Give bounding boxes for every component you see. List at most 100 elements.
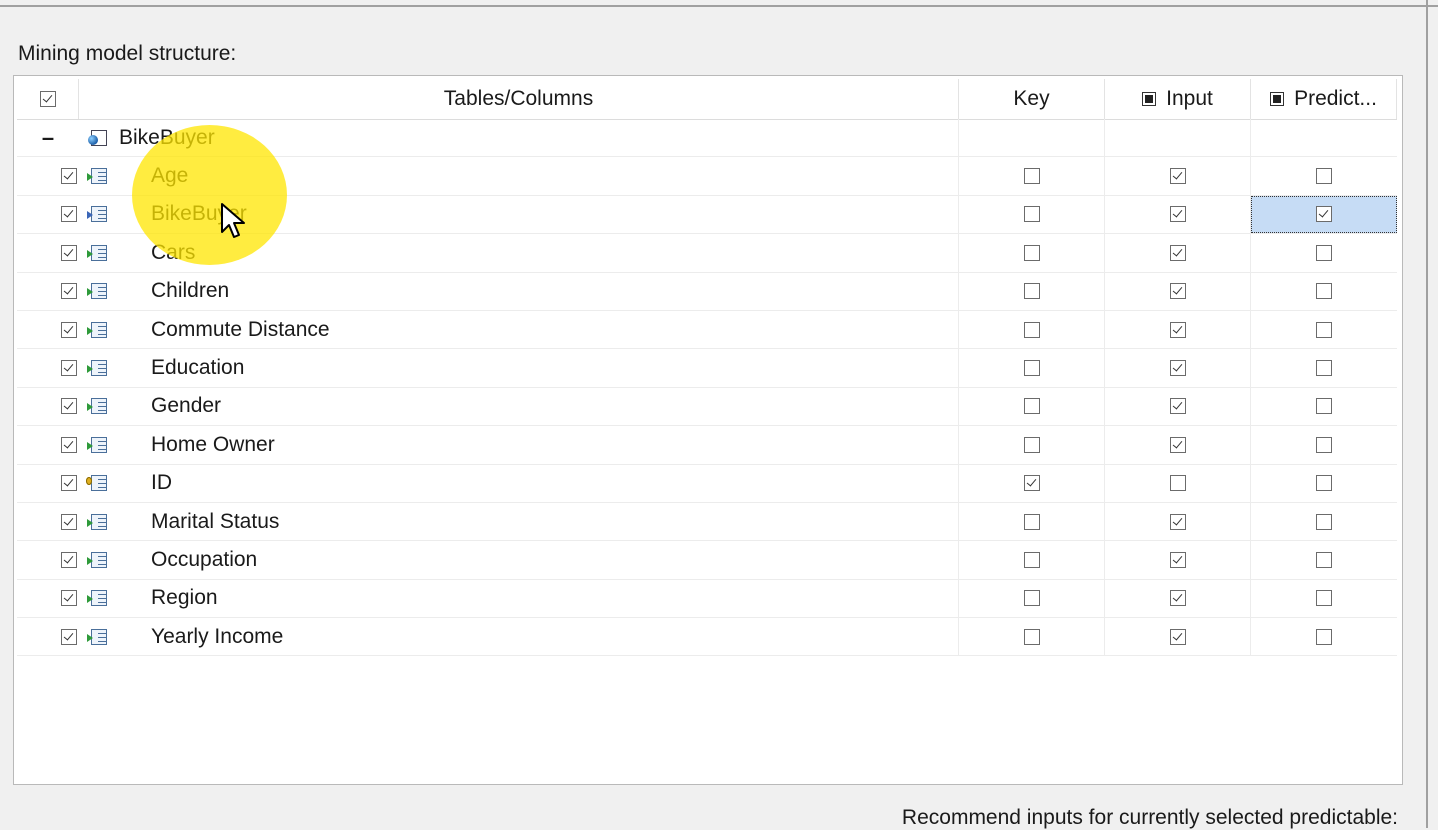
predict-checkbox[interactable]: [1316, 436, 1332, 453]
row-select-checkbox[interactable]: [61, 244, 77, 261]
predict-column-icon: [87, 206, 107, 223]
column-name: Age: [151, 164, 189, 188]
window-right-border: [1426, 0, 1428, 828]
collapse-toggle[interactable]: –: [38, 125, 58, 151]
input-column-icon: [87, 283, 107, 300]
key-checkbox[interactable]: [1023, 360, 1040, 377]
row-select-checkbox[interactable]: [61, 475, 77, 492]
table-name: BikeBuyer: [119, 125, 215, 149]
window-top-border: [0, 0, 1438, 7]
column-name: Education: [151, 356, 245, 380]
input-checkbox[interactable]: [1169, 398, 1186, 415]
key-checkbox[interactable]: [1023, 206, 1040, 223]
input-column-icon: [87, 244, 107, 261]
row-select-checkbox[interactable]: [61, 628, 77, 645]
header-input[interactable]: Input: [1105, 79, 1251, 119]
column-name: Cars: [151, 240, 196, 264]
predict-checkbox[interactable]: [1316, 244, 1332, 261]
table-row[interactable]: Gender: [17, 387, 1397, 427]
key-checkbox[interactable]: [1023, 244, 1040, 261]
predict-toggle-all-icon[interactable]: [1270, 92, 1285, 106]
input-column-icon: [87, 398, 107, 415]
table-row[interactable]: Marital Status: [17, 502, 1397, 542]
key-column-icon: [86, 475, 107, 492]
column-name: Occupation: [151, 547, 258, 571]
input-column-icon: [87, 513, 107, 530]
input-checkbox[interactable]: [1169, 321, 1186, 338]
row-select-checkbox[interactable]: [61, 321, 77, 338]
input-checkbox[interactable]: [1169, 513, 1186, 530]
table-row[interactable]: Yearly Income: [17, 618, 1397, 657]
grid-header: Tables/Columns Key Input Predict...: [17, 79, 1397, 120]
predict-checkbox[interactable]: [1316, 590, 1332, 607]
input-column-icon: [87, 628, 107, 645]
table-row[interactable]: Age: [17, 157, 1397, 196]
predict-checkbox[interactable]: [1316, 628, 1332, 645]
row-select-checkbox[interactable]: [61, 436, 77, 453]
select-all-header[interactable]: [17, 79, 79, 119]
table-row[interactable]: ID: [17, 464, 1397, 503]
table-row[interactable]: Occupation: [17, 541, 1397, 580]
key-checkbox[interactable]: [1023, 321, 1040, 338]
column-name: ID: [151, 471, 172, 495]
key-checkbox[interactable]: [1023, 628, 1040, 645]
recommend-inputs-label: Recommend inputs for currently selected …: [901, 806, 1398, 829]
predict-checkbox[interactable]: [1316, 551, 1332, 568]
select-all-checkbox[interactable]: [39, 91, 56, 107]
table-row[interactable]: Children: [17, 272, 1397, 311]
column-name: Children: [151, 279, 230, 303]
input-checkbox[interactable]: [1169, 244, 1186, 261]
row-select-checkbox[interactable]: [61, 551, 77, 568]
table-row[interactable]: Region: [17, 579, 1397, 619]
row-select-checkbox[interactable]: [61, 206, 77, 223]
grid-body: – BikeBuyer Age BikeBuyer Cars Children Comm…: [17, 119, 1397, 657]
input-toggle-all-icon[interactable]: [1142, 92, 1157, 106]
key-checkbox[interactable]: [1023, 590, 1040, 607]
predict-checkbox[interactable]: [1316, 283, 1332, 300]
predict-checkbox[interactable]: [1316, 398, 1332, 415]
predict-checkbox[interactable]: [1316, 513, 1332, 530]
input-checkbox[interactable]: [1169, 475, 1186, 492]
key-checkbox[interactable]: [1023, 398, 1040, 415]
predict-checkbox[interactable]: [1316, 168, 1332, 185]
column-name: Commute Distance: [151, 317, 330, 341]
predict-checkbox[interactable]: [1316, 321, 1332, 338]
column-name: Home Owner: [151, 432, 275, 456]
key-checkbox[interactable]: [1023, 551, 1040, 568]
row-select-checkbox[interactable]: [61, 590, 77, 607]
input-checkbox[interactable]: [1169, 551, 1186, 568]
column-name: Marital Status: [151, 509, 280, 533]
key-checkbox[interactable]: [1023, 513, 1040, 530]
input-column-icon: [87, 551, 107, 568]
table-icon: [88, 129, 107, 146]
input-checkbox[interactable]: [1169, 590, 1186, 607]
predict-checkbox[interactable]: [1316, 475, 1332, 492]
column-name: Yearly Income: [151, 624, 284, 648]
row-select-checkbox[interactable]: [61, 398, 77, 415]
key-checkbox[interactable]: [1023, 436, 1040, 453]
section-label: Mining model structure:: [18, 42, 237, 65]
header-predict[interactable]: Predict...: [1251, 79, 1397, 119]
predict-checkbox[interactable]: [1316, 206, 1332, 223]
header-tables-columns: Tables/Columns: [79, 79, 959, 119]
input-checkbox[interactable]: [1169, 206, 1186, 223]
input-checkbox[interactable]: [1169, 360, 1186, 377]
table-row[interactable]: Education: [17, 349, 1397, 388]
input-checkbox[interactable]: [1169, 436, 1186, 453]
input-checkbox[interactable]: [1169, 168, 1186, 185]
key-checkbox[interactable]: [1023, 168, 1040, 185]
input-checkbox[interactable]: [1169, 628, 1186, 645]
mining-structure-grid: Tables/Columns Key Input Predict... – Bi…: [13, 75, 1403, 785]
table-row[interactable]: Home Owner: [17, 426, 1397, 465]
input-checkbox[interactable]: [1169, 283, 1186, 300]
row-select-checkbox[interactable]: [61, 360, 77, 377]
key-checkbox[interactable]: [1023, 475, 1040, 492]
key-checkbox[interactable]: [1023, 283, 1040, 300]
predict-checkbox[interactable]: [1316, 360, 1332, 377]
row-select-checkbox[interactable]: [61, 283, 77, 300]
row-select-checkbox[interactable]: [61, 168, 77, 185]
header-key: Key: [959, 79, 1105, 119]
column-name: Region: [151, 586, 218, 610]
table-row[interactable]: Commute Distance: [17, 310, 1397, 350]
row-select-checkbox[interactable]: [61, 513, 77, 530]
